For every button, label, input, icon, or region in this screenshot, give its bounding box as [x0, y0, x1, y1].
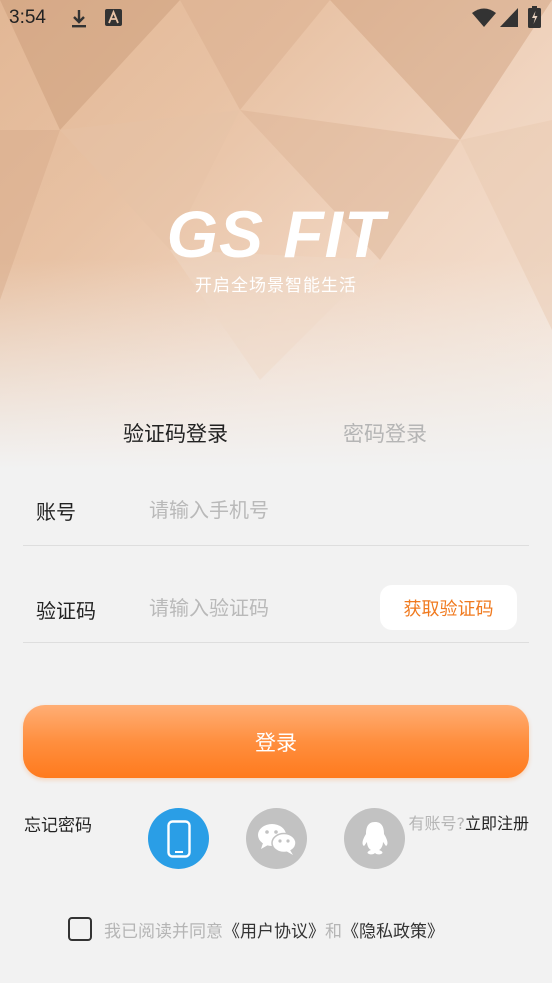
- signal-icon: [500, 8, 518, 27]
- code-label: 验证码: [36, 599, 96, 623]
- tab-password-login[interactable]: 密码登录: [343, 418, 427, 448]
- agreement-row: 我已阅读并同意 《用户协议》和《隐私政策》: [68, 916, 444, 942]
- phone-login-button[interactable]: [148, 808, 209, 869]
- phone-input[interactable]: [149, 494, 369, 526]
- privacy-policy-link[interactable]: 《隐私政策》: [342, 917, 444, 942]
- agreement-conjunction: 和: [325, 921, 342, 942]
- register-prompt: 有账号?立即注册: [408, 810, 529, 834]
- login-button[interactable]: 登录: [23, 705, 529, 778]
- account-row: 账号: [23, 449, 529, 546]
- register-link[interactable]: 立即注册: [465, 814, 529, 833]
- status-time: 3:54: [9, 7, 46, 28]
- status-bar: 3:54: [0, 0, 552, 36]
- wifi-icon: [472, 8, 496, 27]
- wechat-login-button[interactable]: [246, 808, 307, 869]
- login-screen: 3:54 GS FIT 开启全场景智能生活 验证码登录 密码登录 账号 验证码 …: [0, 0, 552, 983]
- app-slogan: 开启全场景智能生活: [195, 276, 357, 296]
- user-agreement-link[interactable]: 《用户协议》: [223, 917, 325, 942]
- forgot-password-link[interactable]: 忘记密码: [24, 811, 92, 836]
- register-prefix-text: 有账号?: [408, 814, 465, 833]
- get-code-button[interactable]: 获取验证码: [380, 585, 517, 630]
- qq-login-button[interactable]: [344, 808, 405, 869]
- agreement-checkbox[interactable]: [68, 917, 92, 941]
- download-icon: [72, 10, 86, 28]
- battery-icon: [528, 6, 541, 28]
- text-a-icon: [105, 9, 122, 26]
- app-logo: GS FIT: [166, 197, 386, 271]
- verification-code-input[interactable]: [149, 592, 349, 624]
- code-row: 验证码 获取验证码: [23, 546, 529, 643]
- qq-icon: [362, 821, 387, 854]
- agreement-prefix: 我已阅读并同意: [104, 921, 223, 942]
- tab-sms-login[interactable]: 验证码登录: [123, 418, 228, 448]
- wechat-icon: [257, 823, 297, 855]
- phone-icon: [166, 819, 191, 858]
- account-label: 账号: [36, 500, 76, 524]
